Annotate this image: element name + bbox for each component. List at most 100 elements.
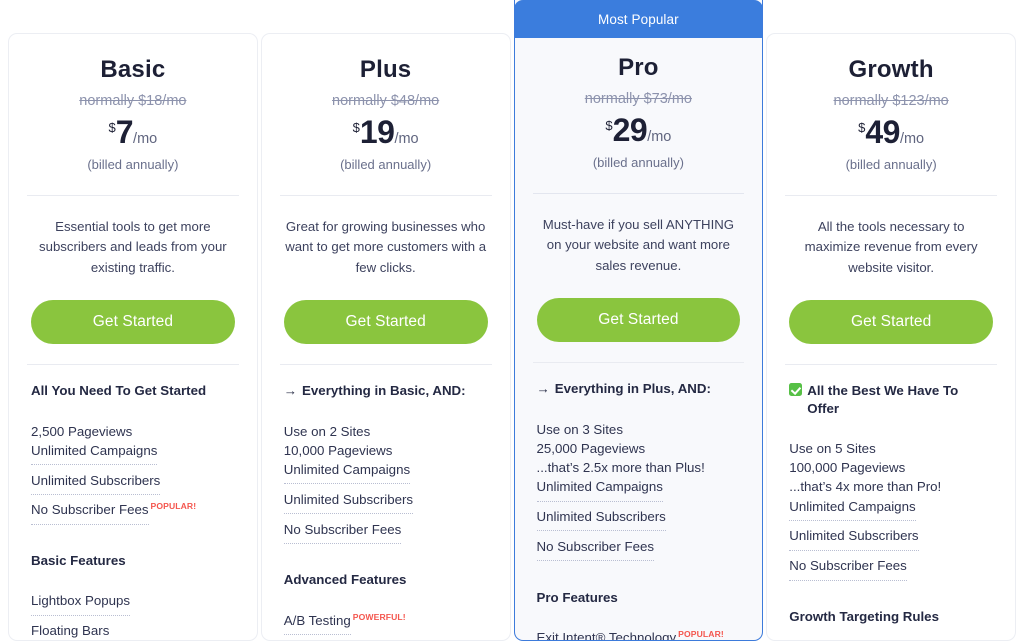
currency-symbol: $	[108, 120, 116, 135]
feature-section-heading: Growth Targeting Rules	[789, 608, 993, 625]
feature-label: ...that’s 2.5x more than Plus!	[536, 460, 705, 476]
get-started-button[interactable]: Get Started	[789, 300, 993, 345]
plan-description: Essential tools to get more subscribers …	[39, 219, 227, 275]
feature-section-heading: Pro Features	[537, 589, 741, 606]
plan-card-growth: Growth normally $123/mo $49/mo (billed annu…	[766, 33, 1016, 641]
feature-list-item: Lightbox Popups	[31, 591, 235, 621]
feature-label[interactable]: Unlimited Subscribers	[283, 490, 414, 515]
currency-symbol: $	[605, 118, 613, 133]
feature-label[interactable]: Unlimited Campaigns	[536, 477, 663, 502]
price-amount: 7	[115, 114, 134, 150]
section-heading-label: All the Best We Have To Offer	[807, 383, 959, 416]
price-period: /mo	[133, 131, 158, 147]
feature-list-item: 10,000 Pageviews	[284, 441, 488, 460]
feature-list: Use on 2 Sites 10,000 Pageviews Unlimited …	[283, 422, 488, 550]
feature-list-item: 2,500 Pageviews	[31, 422, 235, 441]
feature-label: 10,000 Pageviews	[283, 442, 393, 458]
feature-section-heading: → Everything in Basic, AND:	[284, 382, 488, 399]
feature-label[interactable]: A/B Testing	[283, 611, 351, 636]
price-period: /mo	[899, 131, 925, 147]
plan-description: Must-have if you sell ANYTHING on your w…	[542, 217, 735, 273]
get-started-button[interactable]: Get Started	[283, 300, 488, 345]
feature-label[interactable]: No Subscriber Fees	[31, 500, 149, 525]
plan-original-price: normally $48/mo	[332, 93, 440, 109]
feature-tag: POPULAR!	[150, 501, 197, 512]
currency-symbol: $	[352, 120, 360, 135]
feature-label[interactable]: Exit Intent® Technology	[537, 628, 677, 640]
feature-list-item: No Subscriber Fees	[283, 520, 488, 550]
plan-name: Basic	[100, 56, 166, 83]
billing-note: (billed annually)	[592, 155, 684, 170]
plan-card-body: Growth normally $123/mo $49/mo (billed annu…	[785, 56, 997, 640]
feature-list-item: Unlimited Subscribers	[31, 471, 235, 501]
feature-tag: POWERFUL!	[352, 611, 406, 622]
divider	[785, 364, 997, 366]
section-heading-label: Everything in Plus, AND:	[554, 381, 711, 397]
plan-description: All the tools necessary to maximize reve…	[804, 219, 978, 275]
feature-label[interactable]: Unlimited Subscribers	[789, 526, 919, 551]
feature-list: Use on 5 Sites 100,000 Pageviews ...that’s…	[789, 439, 993, 586]
feature-label: 2,500 Pageviews	[31, 423, 133, 439]
plan-description: Great for growing businesses who want to…	[285, 219, 487, 275]
feature-list-item: No Subscriber Fees	[536, 537, 741, 567]
feature-list-item: 100,000 Pageviews	[789, 458, 993, 477]
feature-list-item: Unlimited Subscribers	[536, 507, 741, 537]
get-started-button[interactable]: Get Started	[31, 300, 235, 345]
feature-list-item: Unlimited Campaigns	[789, 497, 993, 527]
section-heading-label: Advanced Features	[283, 572, 407, 588]
feature-label: 25,000 Pageviews	[536, 440, 646, 456]
feature-list-item: 25,000 Pageviews	[537, 439, 741, 458]
plan-card-basic: Basic normally $18/mo $7/mo (billed annuall…	[8, 33, 258, 641]
feature-label[interactable]: Unlimited Campaigns	[789, 497, 916, 521]
section-heading-label: All You Need To Get Started	[31, 383, 207, 399]
feature-list-item: Unlimited Campaigns	[283, 460, 488, 490]
divider	[279, 195, 492, 196]
arrow-right-icon: →	[283, 383, 298, 399]
feature-label[interactable]: Floating Bars	[31, 621, 109, 640]
plan-card-pro: Most Popular Pro normally $73/mo $29/mo (bil…	[513, 0, 764, 641]
feature-list-item: Floating Bars	[31, 621, 235, 640]
feature-label[interactable]: No Subscriber Fees	[536, 537, 655, 562]
plan-original-price: normally $18/mo	[79, 93, 187, 109]
feature-label[interactable]: Unlimited Subscribers	[536, 507, 666, 532]
price-amount: 29	[612, 112, 648, 148]
section-heading-label: Pro Features	[536, 589, 618, 605]
divider	[27, 364, 239, 366]
get-started-button[interactable]: Get Started	[536, 298, 741, 343]
price-amount: 19	[359, 114, 395, 150]
plan-price: $7/mo	[31, 116, 235, 148]
feature-label[interactable]: No Subscriber Fees	[789, 556, 907, 581]
plan-name: Plus	[359, 56, 412, 83]
feature-list: 2,500 Pageviews Unlimited Campaigns Unlimi…	[31, 422, 235, 531]
feature-section-heading: All the Best We Have To Offer	[789, 382, 993, 417]
price-period: /mo	[394, 131, 419, 147]
section-heading-label: Everything in Basic, AND:	[302, 383, 466, 399]
arrow-right-icon: →	[536, 381, 550, 397]
feature-section-heading: → Everything in Plus, AND:	[537, 380, 741, 397]
divider	[279, 364, 492, 366]
feature-list: A/B TestingPOWERFUL!Device TargetingCont…	[283, 611, 488, 640]
feature-list-item: Unlimited Campaigns	[536, 477, 741, 507]
feature-label[interactable]: Unlimited Subscribers	[31, 471, 161, 495]
plan-name: Pro	[618, 54, 659, 81]
price-period: /mo	[647, 129, 672, 145]
feature-label[interactable]: Unlimited Campaigns	[31, 441, 158, 466]
feature-section-heading: Basic Features	[31, 552, 235, 569]
pricing-plan-grid: Basic normally $18/mo $7/mo (billed annuall…	[0, 0, 1024, 641]
feature-label[interactable]: No Subscriber Fees	[283, 520, 402, 544]
plan-price: $29/mo	[537, 114, 741, 146]
divider	[27, 195, 239, 196]
feature-label: Use on 2 Sites	[283, 423, 371, 439]
price-amount: 49	[865, 114, 900, 150]
feature-label[interactable]: Lightbox Popups	[31, 591, 131, 616]
billing-note: (billed annually)	[87, 157, 179, 172]
section-heading-label: Growth Targeting Rules	[789, 609, 939, 625]
feature-label[interactable]: Unlimited Campaigns	[283, 460, 411, 485]
feature-list-item: A/B Testing POWERFUL!	[283, 611, 488, 640]
plan-card-body: Plus normally $48/mo $19/mo (billed annuall…	[279, 56, 492, 640]
feature-list-item: No Subscriber Fees	[789, 556, 993, 586]
billing-note: (billed annually)	[340, 157, 432, 172]
feature-list: Exit Intent® TechnologyPOPULAR!Mobile-Sp…	[537, 628, 741, 640]
feature-list-item: Exit Intent® Technology POPULAR!	[537, 628, 741, 640]
feature-label: ...that’s 4x more than Pro!	[789, 479, 942, 495]
